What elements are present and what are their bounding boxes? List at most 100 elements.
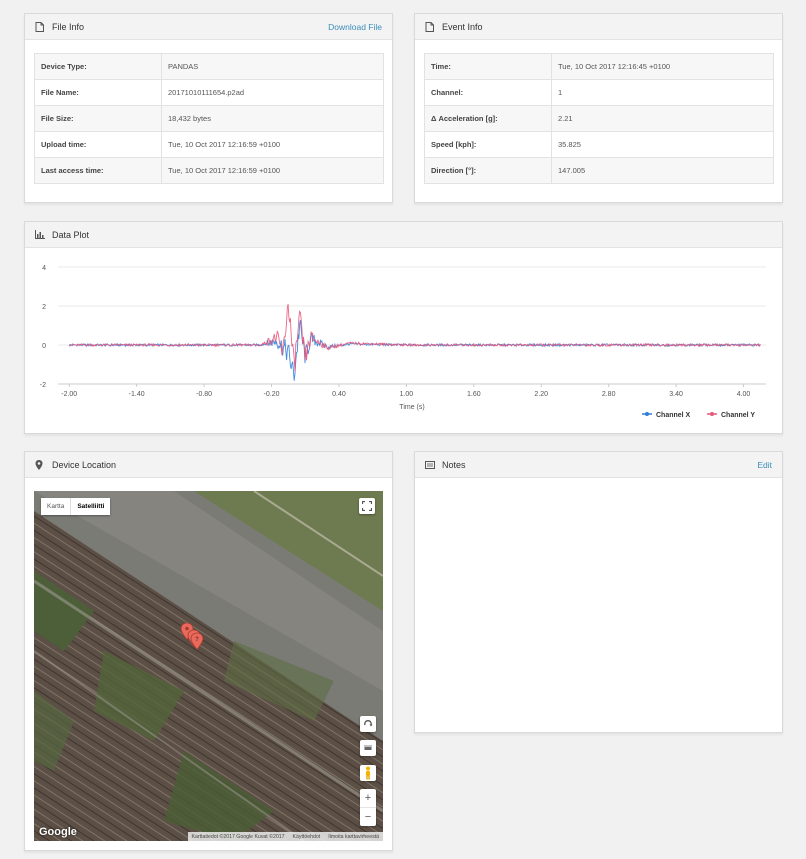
row-key: File Size:: [35, 106, 162, 131]
data-plot-title: Data Plot: [52, 229, 90, 240]
series-line-channel-y: [69, 303, 761, 372]
row-value: 18,432 bytes: [168, 114, 211, 123]
table-row: Channel: 1: [425, 80, 773, 106]
x-tick-label: -1.40: [129, 391, 145, 398]
notes-panel: Notes Edit: [414, 451, 783, 733]
row-value: 20171010111654.p2ad: [168, 88, 245, 97]
row-value: PANDAS: [168, 62, 199, 71]
row-value: 2.21: [558, 114, 573, 123]
notes-title: Notes: [442, 459, 466, 470]
tilt-icon: [364, 745, 372, 750]
fullscreen-button[interactable]: [359, 498, 375, 514]
file-info-header: File Info Download File: [25, 14, 392, 40]
map-view[interactable]: Kartta Satelliitti ? + − Google Karttati…: [34, 491, 383, 841]
table-row: Direction [°]: 147.005: [425, 158, 773, 184]
row-value: Tue, 10 Oct 2017 12:16:59 +0100: [168, 140, 281, 149]
series-line-channel-x: [68, 319, 761, 381]
file-info-table: Device Type: PANDAS File Name: 20171010111…: [34, 53, 384, 184]
tilt-map-button[interactable]: [360, 740, 376, 756]
x-tick-label: -0.80: [196, 391, 212, 398]
table-row: Upload time: Tue, 10 Oct 2017 12:16:59 +0…: [35, 132, 383, 158]
row-value: 1: [558, 88, 563, 97]
row-key: Δ Acceleration [g]:: [425, 106, 552, 131]
file-info-title: File Info: [52, 21, 85, 32]
map-type-control: Kartta Satelliitti: [41, 498, 111, 515]
bar-chart-icon: [35, 230, 45, 240]
zoom-out-button[interactable]: −: [360, 808, 376, 826]
y-tick-label: -2: [40, 382, 46, 389]
event-info-header: Event Info: [415, 14, 782, 40]
row-key: Upload time:: [35, 132, 162, 157]
table-row: Last access time: Tue, 10 Oct 2017 12:16:…: [35, 158, 383, 184]
row-key: Time:: [425, 54, 552, 79]
row-value: Tue, 10 Oct 2017 12:16:45 +0100: [558, 62, 671, 71]
google-logo[interactable]: Google: [39, 826, 77, 838]
table-row: Time: Tue, 10 Oct 2017 12:16:45 +0100: [425, 54, 773, 80]
legend-swatch-marker: [645, 412, 649, 416]
row-key: Direction [°]:: [425, 158, 552, 183]
map-attribution: Karttatiedot ©2017 Google Kuvat ©2017: [191, 833, 285, 840]
row-value: 147.005: [558, 166, 586, 175]
table-row: Speed [kph]: 35.825: [425, 132, 773, 158]
svg-text:?: ?: [195, 637, 199, 643]
data-plot-chart: 4 2 0 -2 -2.00 -1.40 -0.80 -0.20 0.40 1.00 1.60 2.2…: [40, 265, 766, 419]
row-key: Device Type:: [35, 54, 162, 79]
pegman-icon: [366, 766, 370, 780]
fullscreen-icon: [362, 501, 372, 511]
file-info-panel: File Info Download File Device Type: PAND…: [24, 13, 393, 203]
legend-label[interactable]: Channel Y: [721, 412, 755, 419]
row-key: Channel:: [425, 80, 552, 105]
table-row: Δ Acceleration [g]: 2.21: [425, 106, 773, 132]
x-tick-label: -0.20: [264, 391, 280, 398]
table-row: Device Type: PANDAS: [35, 54, 383, 80]
device-location-panel: Device Location Kartta Satelliitti ? + −…: [24, 451, 393, 851]
x-tick-label: 1.00: [400, 391, 414, 398]
list-icon: [425, 460, 435, 470]
notes-header: Notes Edit: [415, 452, 782, 478]
x-tick-label: -2.00: [61, 391, 77, 398]
map-type-option-satellite[interactable]: Satelliitti: [70, 498, 110, 515]
zoom-control: + −: [360, 789, 376, 826]
legend-swatch-marker: [710, 412, 714, 416]
row-key: File Name:: [35, 80, 162, 105]
y-tick-label: 0: [42, 343, 46, 350]
table-row: File Size: 18,432 bytes: [35, 106, 383, 132]
location-marker-icon: ?: [180, 623, 204, 651]
x-tick-label: 2.80: [602, 391, 616, 398]
y-tick-label: 2: [42, 304, 46, 311]
map-type-option-map[interactable]: Kartta: [41, 498, 70, 515]
data-plot-panel: Data Plot 4 2 0 -2 -2.00 -1.40 -0.80 -0.20 0.40 1…: [24, 221, 783, 434]
row-value: Tue, 10 Oct 2017 12:16:59 +0100: [168, 166, 281, 175]
street-view-pegman[interactable]: [360, 765, 376, 781]
zoom-in-button[interactable]: +: [360, 789, 376, 808]
event-info-panel: Event Info Time: Tue, 10 Oct 2017 12:16:4…: [414, 13, 783, 203]
report-map-error-link[interactable]: Ilmoita karttavirheestä: [324, 834, 383, 840]
x-tick-label: 4.00: [737, 391, 751, 398]
rotate-map-button[interactable]: [360, 716, 376, 732]
map-attribution-bar: Karttatiedot ©2017 Google Kuvat ©2017 Kä…: [187, 832, 383, 841]
x-axis-label: Time (s): [399, 404, 424, 411]
rotate-icon: [364, 720, 373, 727]
x-tick-label: 2.20: [534, 391, 548, 398]
map-marker-icon: [35, 459, 45, 470]
device-location-header: Device Location: [25, 452, 392, 478]
event-info-title: Event Info: [442, 21, 483, 32]
terms-link[interactable]: Käyttöehdot: [289, 834, 325, 840]
row-key: Last access time:: [35, 158, 162, 183]
legend-label[interactable]: Channel X: [656, 412, 691, 419]
file-icon: [35, 21, 45, 32]
y-tick-label: 4: [42, 265, 46, 272]
x-tick-label: 0.40: [332, 391, 346, 398]
row-key: Speed [kph]:: [425, 132, 552, 157]
table-row: File Name: 20171010111654.p2ad: [35, 80, 383, 106]
x-tick-label: 1.60: [467, 391, 481, 398]
x-tick-label: 3.40: [669, 391, 683, 398]
satellite-imagery: [34, 491, 383, 841]
download-file-link[interactable]: Download File: [328, 22, 382, 32]
row-value: 35.825: [558, 140, 581, 149]
edit-notes-link[interactable]: Edit: [757, 460, 772, 470]
event-info-table: Time: Tue, 10 Oct 2017 12:16:45 +0100 Cha…: [424, 53, 774, 184]
device-location-title: Device Location: [52, 459, 117, 470]
file-icon: [425, 21, 435, 32]
data-plot-header: Data Plot: [25, 222, 782, 248]
